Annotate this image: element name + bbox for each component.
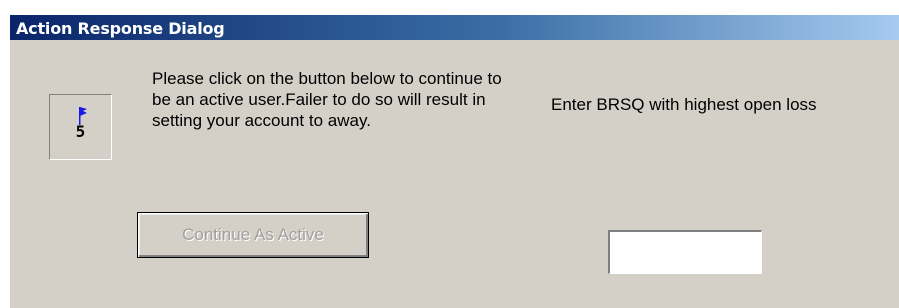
countdown-value: 5 <box>75 122 86 141</box>
countdown-box: 5 <box>49 94 112 160</box>
brsq-prompt-label: Enter BRSQ with highest open loss <box>551 95 817 114</box>
instruction-message: Please click on the button below to cont… <box>152 69 502 130</box>
action-response-dialog: Action Response Dialog 5 Please click on… <box>9 14 899 308</box>
brsq-input[interactable] <box>608 230 762 274</box>
dialog-title: Action Response Dialog <box>16 19 225 38</box>
continue-button-label: Continue As Active <box>182 225 324 244</box>
title-bar[interactable]: Action Response Dialog <box>10 15 899 40</box>
continue-as-active-button[interactable]: Continue As Active <box>137 212 369 258</box>
